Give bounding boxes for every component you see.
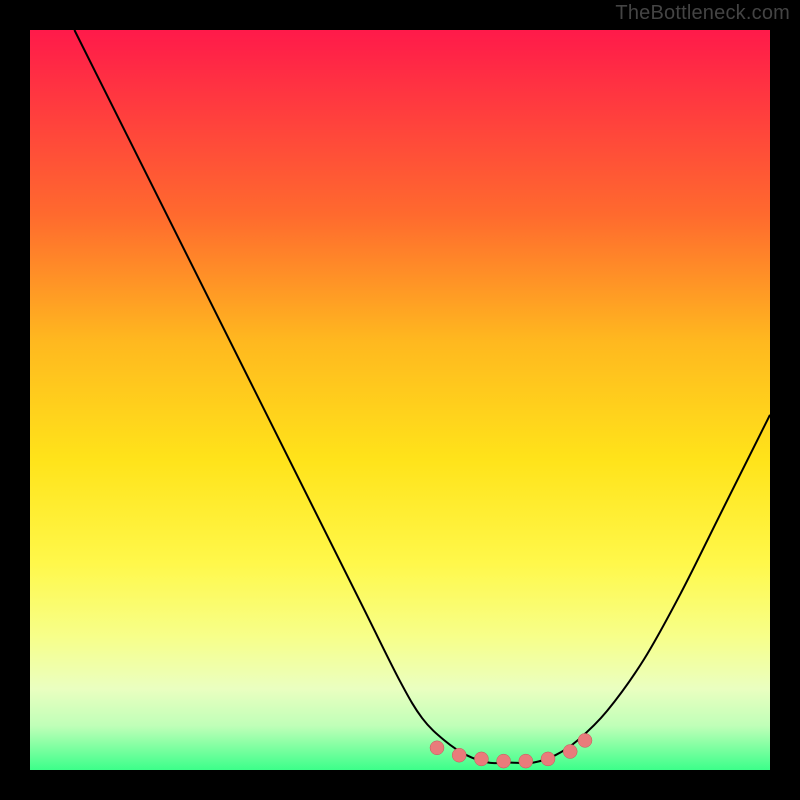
marker-dot bbox=[430, 741, 444, 755]
plot-area bbox=[30, 30, 770, 770]
marker-dot bbox=[578, 733, 592, 747]
curve-svg bbox=[30, 30, 770, 770]
marker-dot bbox=[519, 754, 533, 768]
marker-dot bbox=[452, 748, 466, 762]
watermark-text: TheBottleneck.com bbox=[615, 2, 790, 25]
marker-dot bbox=[541, 752, 555, 766]
marker-dot bbox=[497, 754, 511, 768]
chart-frame: TheBottleneck.com bbox=[0, 0, 800, 800]
bottleneck-curve bbox=[74, 30, 770, 763]
marker-dot bbox=[563, 745, 577, 759]
marker-dot bbox=[474, 752, 488, 766]
